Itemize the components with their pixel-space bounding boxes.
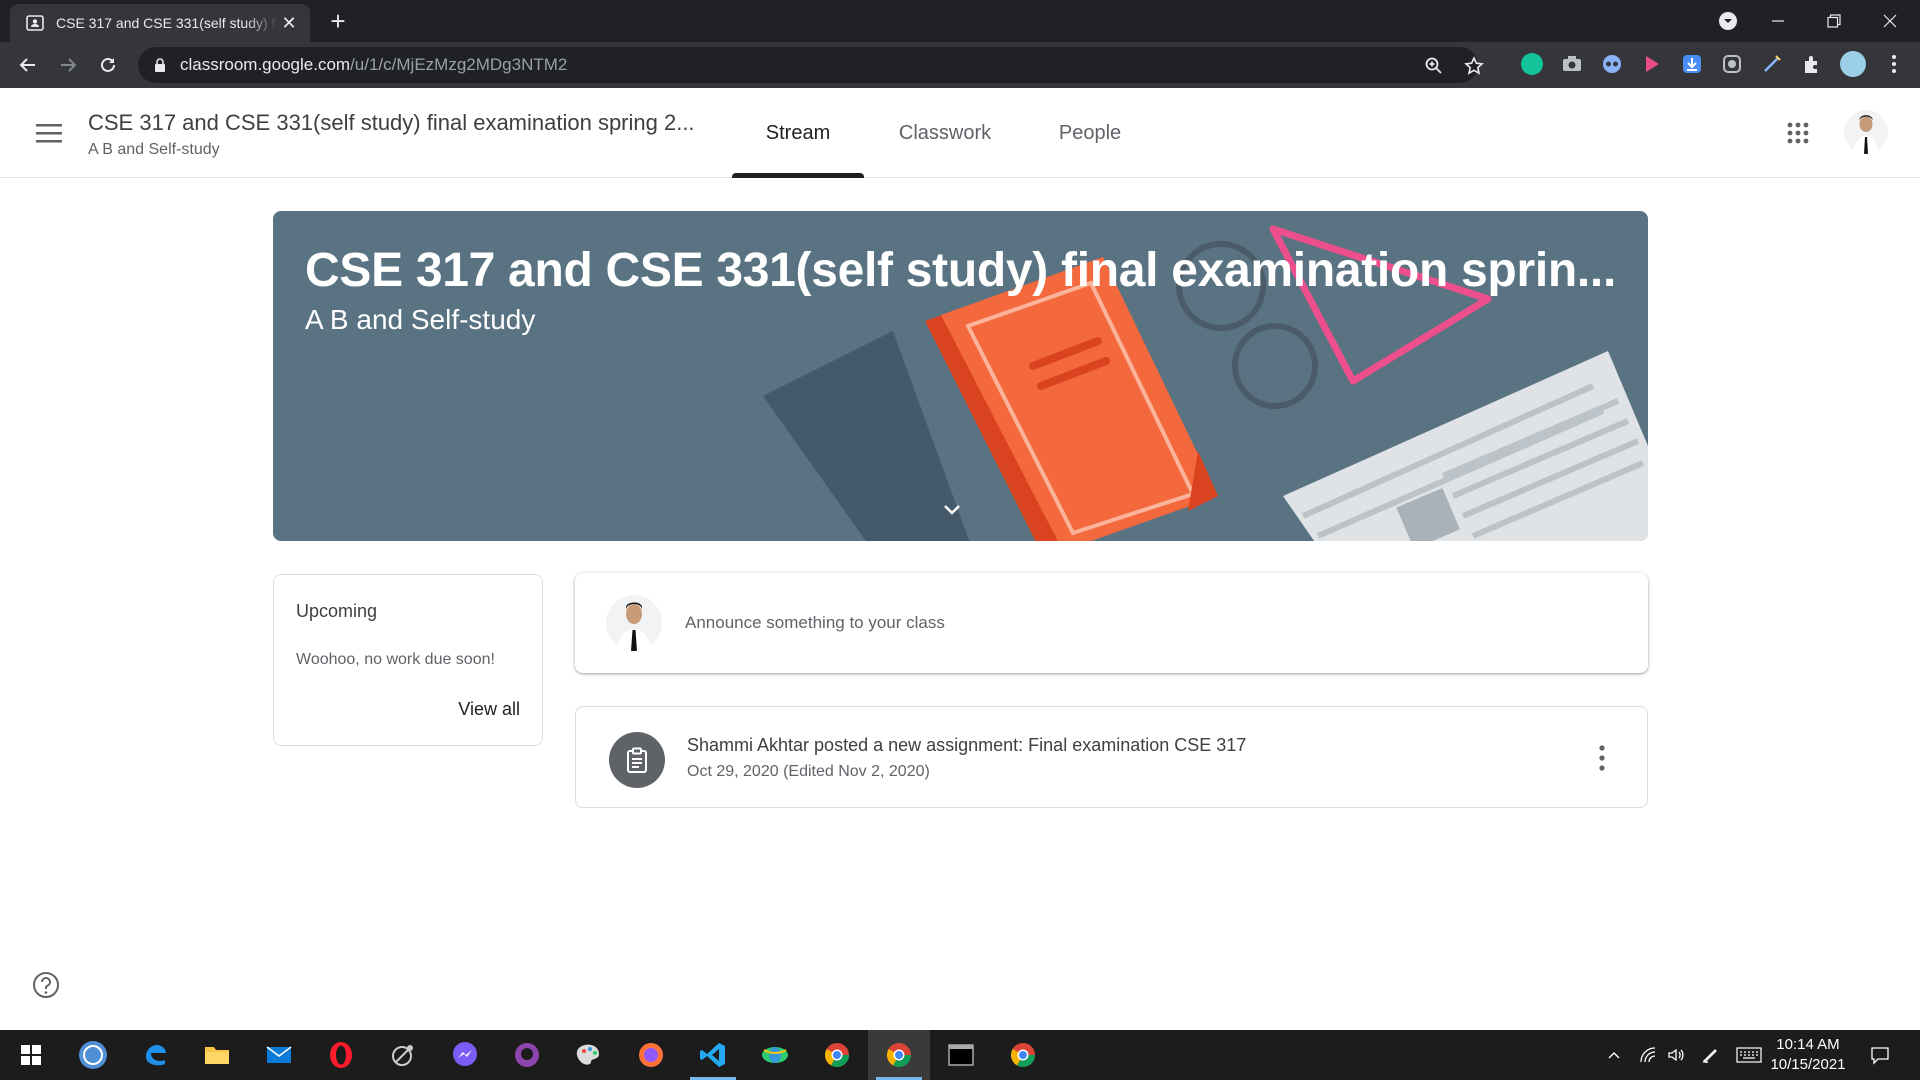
opera-browser-icon[interactable] bbox=[310, 1030, 372, 1080]
browser-tab-strip: CSE 317 and CSE 331(self study) final ex… bbox=[0, 0, 1920, 42]
classroom-header: CSE 317 and CSE 331(self study) final ex… bbox=[0, 88, 1920, 178]
post-date: Oct 29, 2020 (Edited Nov 2, 2020) bbox=[687, 763, 930, 780]
vscode-icon[interactable] bbox=[682, 1030, 744, 1080]
close-tab-icon[interactable]: ✕ bbox=[278, 12, 300, 34]
browser-menu-icon[interactable] bbox=[1883, 53, 1905, 75]
windows-taskbar: 10:14 AM 10/15/2021 bbox=[0, 1030, 1920, 1080]
start-menu-icon[interactable] bbox=[0, 1030, 62, 1080]
new-tab-icon[interactable]: + bbox=[326, 6, 350, 36]
bookmark-star-icon[interactable] bbox=[1464, 56, 1484, 76]
sync-extension-icon[interactable] bbox=[1721, 53, 1743, 75]
profile-menu-icon[interactable] bbox=[1700, 0, 1756, 42]
back-arrow-icon[interactable] bbox=[12, 49, 44, 81]
active-tab-indicator bbox=[732, 173, 864, 178]
chrome-profile-icon[interactable] bbox=[806, 1030, 868, 1080]
stream-post[interactable]: Shammi Akhtar posted a new assignment: F… bbox=[575, 706, 1648, 808]
class-title[interactable]: CSE 317 and CSE 331(self study) final ex… bbox=[88, 110, 695, 136]
tray-chevron-up-icon[interactable] bbox=[1600, 1030, 1628, 1080]
satellite-app-icon[interactable] bbox=[372, 1030, 434, 1080]
upcoming-empty-text: Woohoo, no work due soon! bbox=[296, 651, 495, 668]
play-extension-icon[interactable] bbox=[1641, 53, 1663, 75]
pen-extension-icon[interactable] bbox=[1761, 53, 1783, 75]
upcoming-card: Upcoming Woohoo, no work due soon! View … bbox=[273, 574, 543, 746]
tab-classwork[interactable]: Classwork bbox=[880, 88, 1010, 178]
announce-box[interactable]: Announce something to your class bbox=[575, 573, 1648, 673]
pen-workspace-icon[interactable] bbox=[1696, 1030, 1724, 1080]
system-clock[interactable]: 10:14 AM 10/15/2021 bbox=[1768, 1035, 1848, 1075]
forward-arrow-icon[interactable] bbox=[52, 49, 84, 81]
clock-date: 10/15/2021 bbox=[1770, 1056, 1846, 1073]
terminal-icon[interactable] bbox=[930, 1030, 992, 1080]
upcoming-title: Upcoming bbox=[296, 601, 378, 621]
tab-stream[interactable]: Stream bbox=[732, 88, 864, 178]
chrome-active-icon[interactable] bbox=[868, 1030, 930, 1080]
close-window-icon[interactable] bbox=[1862, 0, 1918, 42]
more-options-icon[interactable] bbox=[1597, 744, 1607, 772]
tab-stream-label: Stream bbox=[765, 121, 831, 144]
tab-classwork-label: Classwork bbox=[898, 121, 992, 144]
account-avatar[interactable] bbox=[1844, 110, 1888, 154]
assignment-icon bbox=[609, 732, 665, 788]
volume-icon[interactable] bbox=[1662, 1030, 1690, 1080]
notification-center-icon[interactable] bbox=[1862, 1030, 1898, 1080]
zoom-icon[interactable] bbox=[1424, 56, 1444, 76]
class-banner: CSE 317 and CSE 331(self study) final ex… bbox=[273, 211, 1648, 541]
browser-toolbar: classroom.google.com/u/1/c/MjEzMzg2MDg3N… bbox=[0, 42, 1920, 88]
tab-people[interactable]: People bbox=[1040, 88, 1140, 178]
paint-app-icon[interactable] bbox=[558, 1030, 620, 1080]
google-apps-icon[interactable] bbox=[1786, 121, 1810, 145]
lock-icon[interactable] bbox=[152, 57, 168, 73]
chrome-canary-icon[interactable] bbox=[992, 1030, 1054, 1080]
reload-icon[interactable] bbox=[92, 49, 124, 81]
keyboard-icon[interactable] bbox=[1732, 1030, 1766, 1080]
help-icon[interactable] bbox=[31, 970, 61, 1000]
banner-title: CSE 317 and CSE 331(self study) final ex… bbox=[305, 244, 1616, 297]
github-icon[interactable] bbox=[496, 1030, 558, 1080]
download-extension-icon[interactable] bbox=[1681, 53, 1703, 75]
post-title[interactable]: Shammi Akhtar posted a new assignment: F… bbox=[687, 735, 1246, 756]
firefox-icon[interactable] bbox=[620, 1030, 682, 1080]
glasses-extension-icon[interactable] bbox=[1601, 53, 1623, 75]
url-host: classroom.google.com bbox=[180, 55, 351, 74]
file-explorer-icon[interactable] bbox=[186, 1030, 248, 1080]
restore-icon[interactable] bbox=[1806, 0, 1862, 42]
edge-browser-icon[interactable] bbox=[124, 1030, 186, 1080]
qb-app-icon[interactable] bbox=[62, 1030, 124, 1080]
announce-placeholder: Announce something to your class bbox=[685, 613, 945, 632]
browser-tab-title: CSE 317 and CSE 331(self study) final ex… bbox=[56, 15, 278, 31]
view-all-link[interactable]: View all bbox=[458, 699, 520, 720]
camera-extension-icon[interactable] bbox=[1561, 53, 1583, 75]
mail-app-icon[interactable] bbox=[248, 1030, 310, 1080]
globe-app-icon[interactable] bbox=[744, 1030, 806, 1080]
profile-avatar-icon[interactable] bbox=[1840, 51, 1866, 77]
classroom-favicon-icon bbox=[26, 15, 44, 31]
extensions-puzzle-icon[interactable] bbox=[1801, 53, 1823, 75]
main-menu-icon[interactable] bbox=[34, 120, 64, 146]
grammarly-extension-icon[interactable] bbox=[1521, 53, 1543, 75]
minimize-icon[interactable] bbox=[1750, 0, 1806, 42]
clock-time: 10:14 AM bbox=[1776, 1036, 1840, 1053]
user-avatar bbox=[606, 595, 662, 651]
chevron-down-icon[interactable] bbox=[938, 496, 966, 524]
address-bar[interactable]: classroom.google.com/u/1/c/MjEzMzg2MDg3N… bbox=[138, 47, 1484, 83]
banner-subtitle: A B and Self-study bbox=[305, 304, 536, 335]
tab-people-label: People bbox=[1058, 121, 1122, 144]
class-section: A B and Self-study bbox=[88, 141, 220, 158]
url-path: /u/1/c/MjEzMzg2MDg3NTM2 bbox=[350, 55, 568, 74]
wifi-icon[interactable] bbox=[1634, 1030, 1662, 1080]
browser-tab[interactable]: CSE 317 and CSE 331(self study) final ex… bbox=[10, 4, 310, 42]
messenger-icon[interactable] bbox=[434, 1030, 496, 1080]
